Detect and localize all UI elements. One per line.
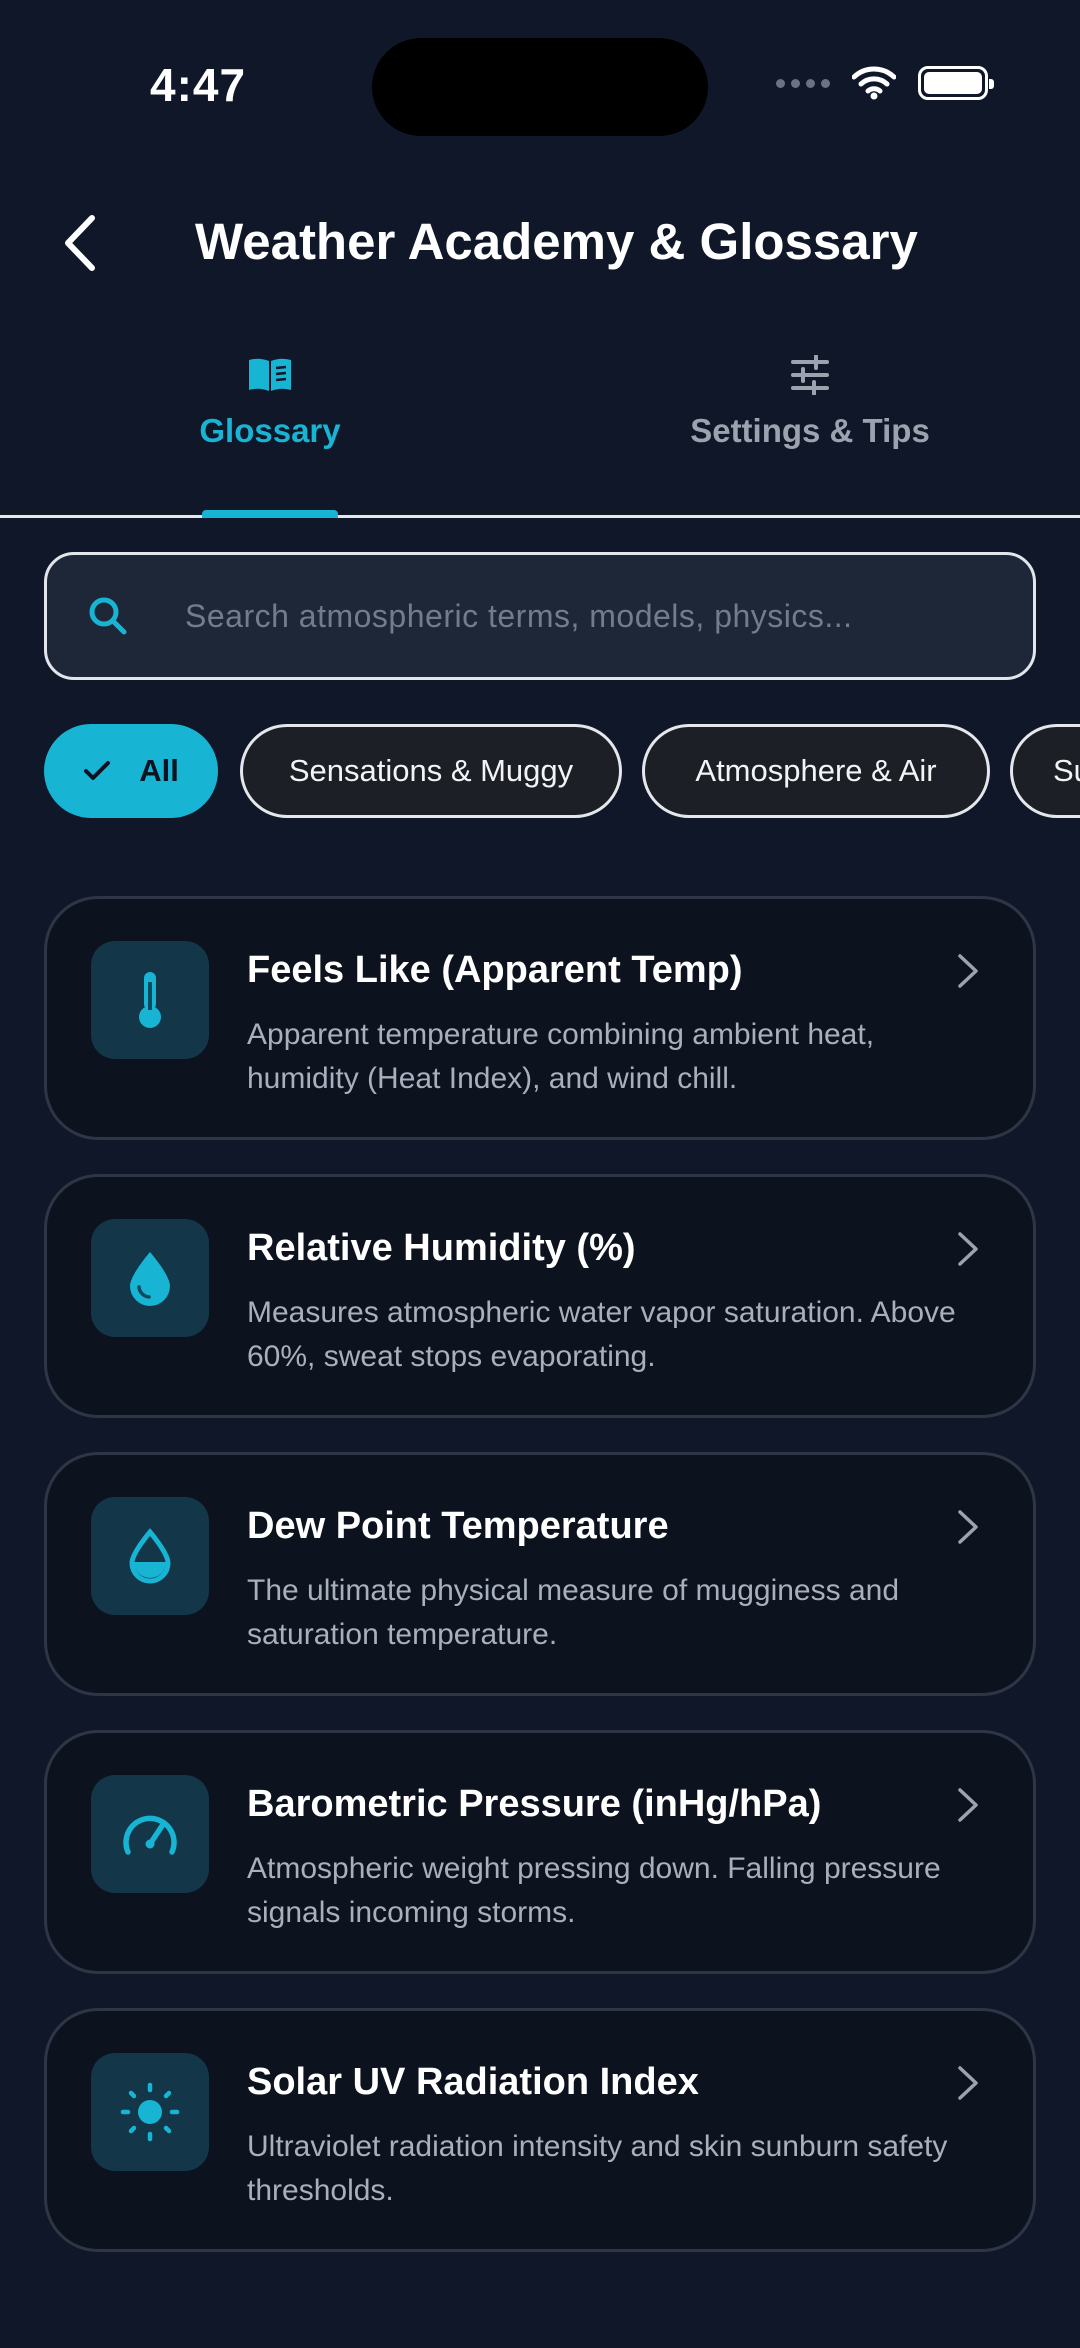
search-bar[interactable] [44,552,1036,680]
page-title: Weather Academy & Glossary [195,213,918,270]
back-button[interactable] [50,210,110,276]
card-description: Ultraviolet radiation intensity and skin… [247,2130,948,2207]
tab-glossary-label: Glossary [199,412,341,449]
dynamic-island [372,38,708,136]
status-time: 4:47 [150,59,247,111]
glossary-card-solar-uv[interactable]: Solar UV Radiation Index Ultraviolet rad… [44,2008,1036,2252]
filter-chips: All Sensations & Muggy Atmosphere & Air … [44,724,1080,820]
chip-label: Atmosphere & Air [695,753,937,788]
dew-drop-icon [129,1528,171,1584]
card-icon-box [91,1497,209,1615]
card-description: Atmospheric weight pressing down. Fallin… [247,1852,941,1929]
card-title: Barometric Pressure (inHg/hPa) [247,1783,822,1825]
tab-glossary[interactable]: Glossary [199,350,341,450]
wifi-icon [852,66,896,100]
chevron-right-icon [958,1788,978,1822]
card-icon-box [91,941,209,1059]
chip-partial[interactable]: Su [1010,724,1080,818]
card-title: Feels Like (Apparent Temp) [247,949,743,991]
card-title: Relative Humidity (%) [247,1227,636,1269]
status-indicators [776,66,994,100]
tab-settings-tips[interactable]: Settings & Tips [680,350,940,450]
chevron-left-icon [65,215,95,271]
chip-sensations-muggy[interactable]: Sensations & Muggy [240,724,622,818]
check-icon [83,760,111,782]
card-title: Solar UV Radiation Index [247,2061,699,2103]
glossary-card-relative-humidity[interactable]: Relative Humidity (%) Measures atmospher… [44,1174,1036,1418]
chip-atmosphere-air[interactable]: Atmosphere & Air [642,724,990,818]
search-input[interactable] [185,576,1033,656]
chip-label: Su [1053,753,1080,788]
sun-icon [120,2082,180,2142]
screen: 4:47 Weather Academy & Glossary Glossary… [0,0,1080,2348]
glossary-card-dew-point[interactable]: Dew Point Temperature The ultimate physi… [44,1452,1036,1696]
chip-all[interactable]: All [44,724,218,818]
book-icon [249,358,291,391]
water-drop-icon [130,1252,170,1306]
chip-all-label: All [139,753,179,788]
glossary-card-barometric-pressure[interactable]: Barometric Pressure (inHg/hPa) Atmospher… [44,1730,1036,1974]
active-tab-indicator [202,510,338,518]
chevron-right-icon [958,1232,978,1266]
tab-settings-label: Settings & Tips [690,412,930,449]
glossary-card-feels-like[interactable]: Feels Like (Apparent Temp) Apparent temp… [44,896,1036,1140]
card-icon-box [91,2053,209,2171]
chevron-right-icon [958,1510,978,1544]
card-description: Apparent temperature combining ambient h… [247,1018,875,1095]
sliders-icon [791,355,829,395]
chevron-right-icon [958,2066,978,2100]
thermometer-icon [139,972,161,1028]
card-description: The ultimate physical measure of muggine… [247,1574,900,1651]
gauge-icon [123,1815,177,1855]
card-icon-box [91,1775,209,1893]
chip-label: Sensations & Muggy [288,753,574,788]
tab-bar: Glossary Settings & Tips [0,350,1080,518]
card-icon-box [91,1219,209,1337]
card-title: Dew Point Temperature [247,1505,669,1547]
card-description: Measures atmospheric water vapor saturat… [247,1296,956,1373]
search-icon [87,595,137,637]
battery-icon [918,66,994,100]
chevron-right-icon [958,954,978,988]
cellular-signal-icon [776,78,830,88]
